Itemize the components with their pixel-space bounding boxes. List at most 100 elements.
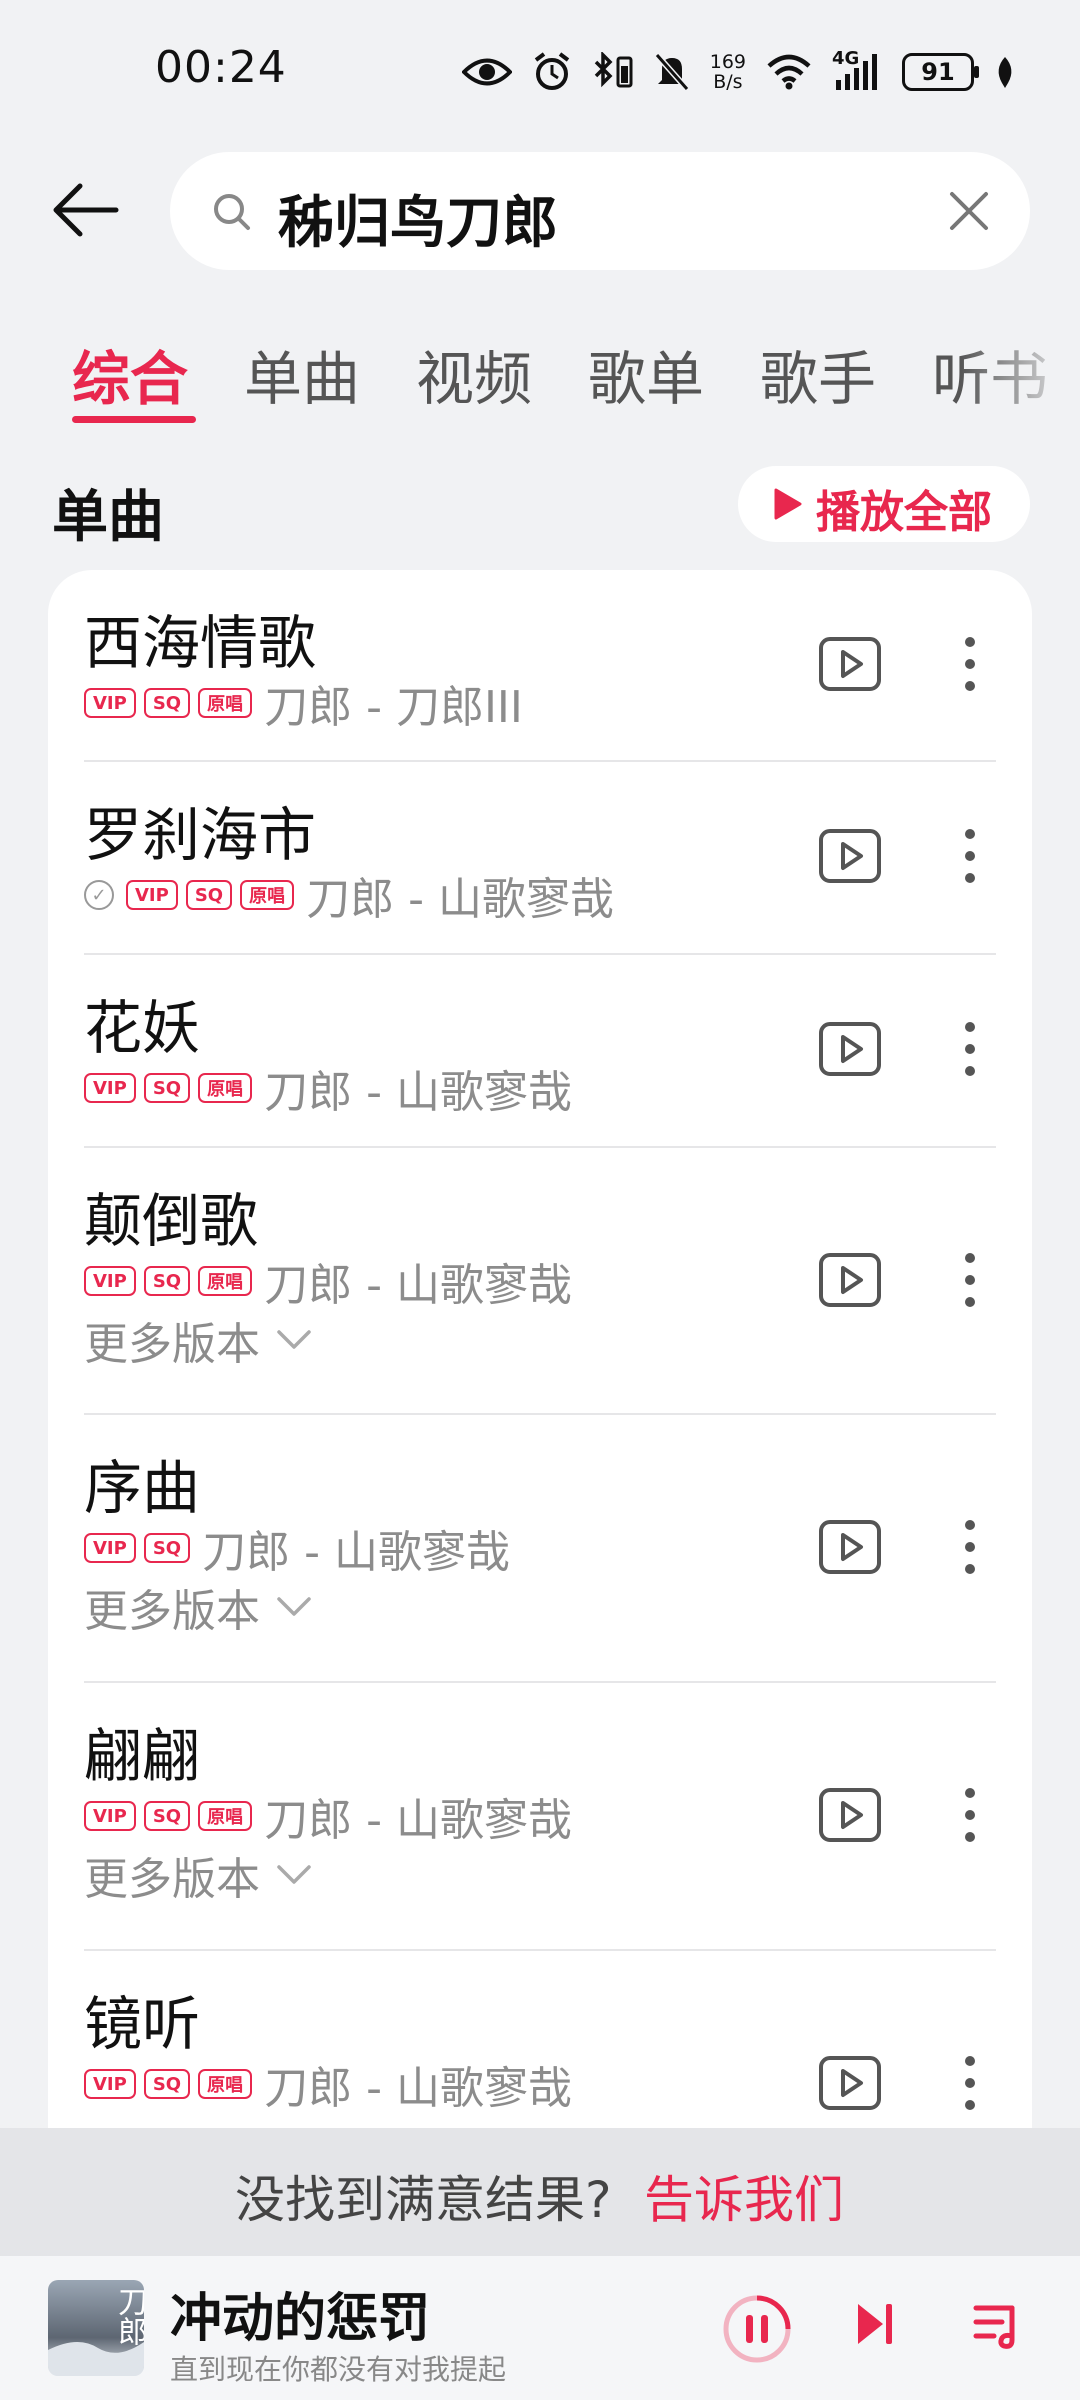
song-meta: VIP SQ 原唱 刀郎 - 山歌寥哉 — [84, 1791, 572, 1846]
sq-badge: SQ — [143, 1533, 191, 1563]
chevron-down-icon — [277, 1330, 311, 1349]
status-bar: 00:24 169 B/s 4G 91 — [0, 0, 1080, 145]
artist-album: 刀郎 - 山歌寥哉 — [202, 1527, 510, 1578]
leaf-icon — [998, 57, 1012, 88]
check-circle-icon: ✓ — [84, 880, 114, 910]
mv-icon[interactable] — [818, 2055, 882, 2111]
song-title: 西海情歌 — [84, 609, 317, 677]
album-cover[interactable]: 刀郎 — [48, 2280, 144, 2376]
signal-icon: 4G — [832, 48, 882, 92]
mv-icon[interactable] — [818, 1021, 882, 1077]
now-playing-title: 冲动的惩罚 — [170, 2289, 431, 2349]
pause-icon[interactable] — [722, 2294, 792, 2364]
song-row[interactable]: 翩翩 VIP SQ 原唱 刀郎 - 山歌寥哉 更多版本 — [48, 1683, 1032, 1951]
artist-album: 刀郎 - 山歌寥哉 — [264, 1795, 572, 1846]
sq-badge: SQ — [143, 1073, 191, 1103]
song-row[interactable]: 西海情歌 VIP SQ 原唱 刀郎 - 刀郎III — [48, 570, 1032, 762]
sq-badge: SQ — [143, 688, 191, 718]
active-tab-indicator — [72, 416, 196, 423]
tab-artists[interactable]: 歌手 — [760, 332, 876, 416]
more-versions-link[interactable]: 更多版本 — [84, 1575, 312, 1639]
vip-badge: VIP — [126, 880, 178, 910]
net-speed: 169 B/s — [709, 51, 746, 93]
more-vertical-icon[interactable] — [960, 636, 980, 692]
more-vertical-icon[interactable] — [960, 2055, 980, 2111]
now-playing-lyric: 直到现在你都没有对我提起 — [170, 2353, 507, 2386]
status-icons: 169 B/s 4G 91 — [461, 44, 1016, 100]
wifi-icon — [767, 54, 811, 90]
more-versions-link[interactable]: 更多版本 — [84, 1843, 312, 1907]
song-title: 序曲 — [84, 1454, 201, 1522]
search-query[interactable]: 秭归鸟刀郎 — [278, 178, 558, 259]
more-vertical-icon[interactable] — [960, 1519, 980, 1575]
section-title: 单曲 — [52, 485, 164, 550]
sq-badge: SQ — [185, 880, 233, 910]
song-title: 翩翩 — [84, 1722, 201, 1790]
song-title: 镜听 — [84, 1990, 201, 2058]
more-vertical-icon[interactable] — [960, 828, 980, 884]
sq-badge: SQ — [143, 1266, 191, 1296]
alarm-icon — [534, 52, 569, 90]
song-row[interactable]: 花妖 VIP SQ 原唱 刀郎 - 山歌寥哉 — [48, 955, 1032, 1148]
play-all-button[interactable]: 播放全部 — [738, 466, 1030, 542]
artist-album: 刀郎 - 山歌寥哉 — [306, 874, 614, 925]
tab-singles[interactable]: 单曲 — [244, 332, 360, 416]
original-badge: 原唱 — [240, 880, 295, 910]
mini-player[interactable]: 刀郎 冲动的惩罚 直到现在你都没有对我提起 — [0, 2256, 1080, 2400]
original-badge: 原唱 — [198, 2069, 253, 2099]
back-arrow-icon[interactable] — [50, 180, 120, 240]
song-title: 颠倒歌 — [84, 1187, 259, 1255]
battery-icon: 91 — [902, 53, 979, 91]
original-badge: 原唱 — [198, 1266, 253, 1296]
vip-badge: VIP — [84, 1073, 136, 1103]
song-row[interactable]: 颠倒歌 VIP SQ 原唱 刀郎 - 山歌寥哉 更多版本 — [48, 1148, 1032, 1415]
song-title: 罗刹海市 — [84, 801, 317, 869]
artist-album: 刀郎 - 山歌寥哉 — [264, 2063, 572, 2114]
song-meta: VIP SQ 原唱 刀郎 - 山歌寥哉 — [84, 1063, 572, 1118]
original-badge: 原唱 — [198, 1801, 253, 1831]
more-vertical-icon[interactable] — [960, 1787, 980, 1843]
tab-videos[interactable]: 视频 — [416, 332, 532, 416]
feedback-bar: 没找到满意结果? 告诉我们 — [0, 2128, 1080, 2256]
more-versions-link[interactable]: 更多版本 — [84, 1308, 312, 1372]
song-meta: VIP SQ 原唱 刀郎 - 山歌寥哉 — [84, 2059, 572, 2114]
song-meta: VIP SQ 原唱 刀郎 - 山歌寥哉 — [84, 1256, 572, 1311]
mv-icon[interactable] — [818, 636, 882, 692]
mv-icon[interactable] — [818, 828, 882, 884]
sq-badge: SQ — [143, 2069, 191, 2099]
song-row[interactable]: 序曲 VIP SQ 刀郎 - 山歌寥哉 更多版本 — [48, 1415, 1032, 1683]
search-input[interactable]: 秭归鸟刀郎 — [170, 152, 1030, 270]
mute-icon — [654, 53, 689, 91]
feedback-link[interactable]: 告诉我们 — [644, 2160, 844, 2232]
vip-badge: VIP — [84, 1801, 136, 1831]
mv-icon[interactable] — [818, 1252, 882, 1308]
status-time: 00:24 — [155, 42, 287, 93]
playlist-icon[interactable] — [972, 2300, 1022, 2350]
tab-playlists[interactable]: 歌单 — [588, 332, 704, 416]
original-badge: 原唱 — [198, 688, 253, 718]
song-row[interactable]: 罗刹海市 ✓ VIP SQ 原唱 刀郎 - 山歌寥哉 — [48, 762, 1032, 955]
song-title: 花妖 — [84, 994, 201, 1062]
song-meta: ✓ VIP SQ 原唱 刀郎 - 山歌寥哉 — [84, 870, 614, 925]
artist-album: 刀郎 - 山歌寥哉 — [264, 1260, 572, 1311]
song-list: 西海情歌 VIP SQ 原唱 刀郎 - 刀郎III 罗刹海市 ✓ VIP SQ … — [48, 570, 1032, 2130]
next-icon[interactable] — [855, 2300, 895, 2348]
sq-badge: SQ — [143, 1801, 191, 1831]
search-icon — [214, 194, 250, 230]
artist-album: 刀郎 - 刀郎III — [264, 682, 523, 733]
clear-icon[interactable] — [948, 190, 990, 232]
search-tabs: 综合 单曲 视频 歌单 歌手 听书 — [0, 320, 1080, 430]
vip-badge: VIP — [84, 1533, 136, 1563]
mv-icon[interactable] — [818, 1787, 882, 1843]
cover-title: 刀郎 — [112, 2286, 144, 2346]
play-icon — [774, 488, 802, 520]
tab-all[interactable]: 综合 — [72, 332, 188, 416]
song-row[interactable]: 镜听 VIP SQ 原唱 刀郎 - 山歌寥哉 — [48, 1951, 1032, 2130]
more-vertical-icon[interactable] — [960, 1021, 980, 1077]
more-vertical-icon[interactable] — [960, 1252, 980, 1308]
original-badge: 原唱 — [198, 1073, 253, 1103]
vip-badge: VIP — [84, 1266, 136, 1296]
chevron-down-icon — [277, 1597, 311, 1616]
mv-icon[interactable] — [818, 1519, 882, 1575]
vip-badge: VIP — [84, 2069, 136, 2099]
